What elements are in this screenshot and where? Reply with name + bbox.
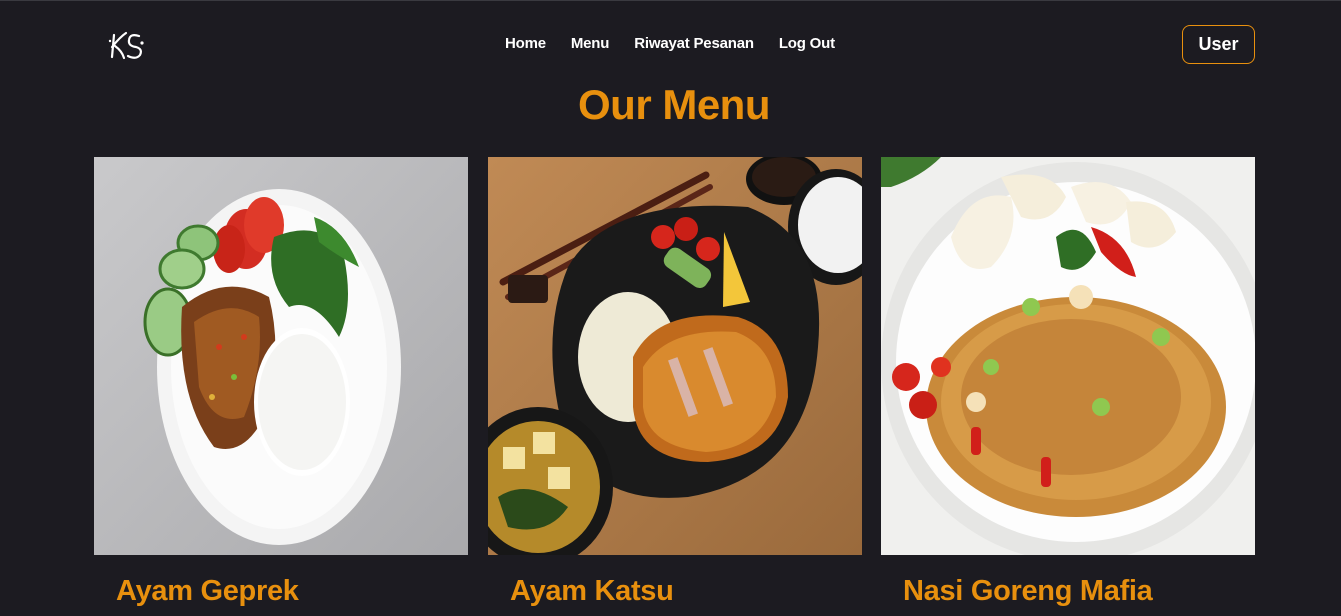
- nav-link-menu[interactable]: Menu: [571, 35, 610, 52]
- navbar: Home Menu Riwayat Pesanan Log Out User: [0, 1, 1341, 89]
- nav-link-home[interactable]: Home: [505, 35, 546, 52]
- menu-card-ayam-geprek[interactable]: Ayam Geprek: [94, 157, 468, 607]
- menu-card-nasi-goreng-mafia[interactable]: Nasi Goreng Mafia: [881, 157, 1255, 607]
- nasi-goreng-mafia-image[interactable]: [881, 157, 1255, 555]
- main-nav: Home Menu Riwayat Pesanan Log Out: [505, 35, 835, 52]
- ayam-geprek-image[interactable]: [94, 157, 468, 555]
- user-button[interactable]: User: [1182, 25, 1255, 64]
- ayam-katsu-image[interactable]: [488, 157, 862, 555]
- menu-item-name: Nasi Goreng Mafia: [903, 575, 1153, 607]
- nav-link-log-out[interactable]: Log Out: [779, 35, 835, 52]
- menu-item-name: Ayam Geprek: [116, 575, 299, 607]
- menu-card-ayam-katsu[interactable]: Ayam Katsu: [488, 157, 862, 607]
- nav-link-riwayat-pesanan[interactable]: Riwayat Pesanan: [634, 35, 754, 52]
- menu-item-name: Ayam Katsu: [510, 575, 674, 607]
- ks-logo-icon[interactable]: [106, 27, 148, 63]
- page-title: Our Menu: [578, 81, 771, 128]
